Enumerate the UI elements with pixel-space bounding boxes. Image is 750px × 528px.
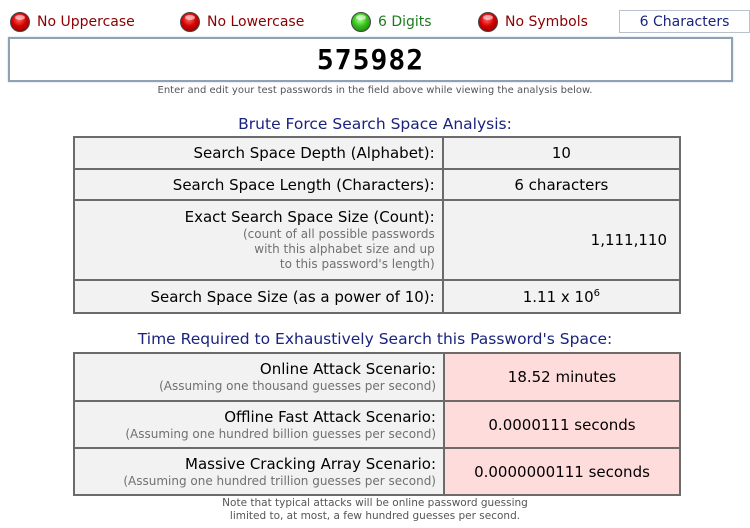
online-scenario-label: Online Attack Scenario: bbox=[259, 360, 436, 378]
online-scenario-value: 18.52 minutes bbox=[443, 352, 681, 402]
search-space-table: Search Space Depth (Alphabet): 10 Search… bbox=[73, 136, 682, 314]
character-count-badge: 6 Characters bbox=[619, 10, 750, 33]
exact-size-note-line-1: (count of all possible passwords bbox=[242, 227, 435, 241]
exact-size-note-line-2: with this alphabet size and up bbox=[254, 242, 435, 256]
table-row: Search Space Length (Characters): 6 char… bbox=[73, 168, 682, 201]
offline-scenario-label: Offline Fast Attack Scenario: bbox=[224, 407, 436, 426]
power-of-ten-value: 1.11 x 106 bbox=[441, 279, 682, 314]
symbols-indicator: No Symbols bbox=[478, 8, 588, 36]
time-required-title: Time Required to Exhaustively Search thi… bbox=[137, 330, 613, 348]
uppercase-indicator: No Uppercase bbox=[10, 8, 135, 36]
red-status-light-icon bbox=[180, 12, 200, 32]
online-scenario-note: (Assuming one thousand guesses per secon… bbox=[159, 379, 436, 393]
password-field-hint: Enter and edit your test passwords in th… bbox=[157, 85, 593, 96]
massive-array-note: (Assuming one hundred trillion guesses p… bbox=[123, 473, 436, 488]
power-of-ten-mantissa: 1.11 x 10 bbox=[522, 287, 594, 306]
table-row: Search Space Depth (Alphabet): 10 bbox=[73, 136, 682, 170]
offline-scenario-value: 0.0000111 seconds bbox=[443, 400, 681, 449]
power-of-ten-label: Search Space Size (as a power of 10): bbox=[73, 279, 444, 314]
length-value: 6 characters bbox=[441, 168, 682, 201]
footnote-line-1: Note that typical attacks will be online… bbox=[222, 497, 528, 509]
offline-scenario-label-cell: Offline Fast Attack Scenario: (Assuming … bbox=[73, 400, 445, 449]
uppercase-indicator-label: No Uppercase bbox=[37, 14, 135, 30]
exact-size-value: 1,111,110 bbox=[441, 199, 682, 281]
massive-array-value: 0.0000000111 seconds bbox=[443, 447, 681, 496]
table-row: Online Attack Scenario: (Assuming one th… bbox=[73, 352, 681, 402]
footnote: Note that typical attacks will be online… bbox=[0, 497, 750, 523]
red-status-light-icon bbox=[10, 12, 30, 32]
digits-indicator-label: 6 Digits bbox=[378, 14, 432, 30]
search-space-title: Brute Force Search Space Analysis: bbox=[238, 115, 512, 133]
table-row: Exact Search Space Size (Count): (count … bbox=[73, 199, 682, 281]
offline-scenario-note: (Assuming one hundred billion guesses pe… bbox=[125, 426, 436, 441]
table-row: Offline Fast Attack Scenario: (Assuming … bbox=[73, 400, 681, 449]
depth-label: Search Space Depth (Alphabet): bbox=[73, 136, 444, 170]
exact-size-label: Exact Search Space Size (Count): bbox=[184, 208, 435, 226]
exact-size-note-line-3: to this password's length) bbox=[279, 257, 435, 271]
exact-size-label-cell: Exact Search Space Size (Count): (count … bbox=[73, 199, 444, 281]
red-status-light-icon bbox=[478, 12, 498, 32]
password-input[interactable] bbox=[10, 39, 731, 80]
length-label: Search Space Length (Characters): bbox=[73, 168, 444, 201]
online-scenario-label-cell: Online Attack Scenario: (Assuming one th… bbox=[73, 352, 445, 402]
green-status-light-icon bbox=[351, 12, 371, 32]
massive-array-label-cell: Massive Cracking Array Scenario: (Assumi… bbox=[73, 447, 445, 496]
password-field-frame bbox=[8, 37, 733, 82]
footnote-line-2: limited to, at most, a few hundred guess… bbox=[229, 510, 521, 522]
power-of-ten-exponent: 6 bbox=[593, 287, 600, 299]
symbols-indicator-label: No Symbols bbox=[505, 14, 588, 30]
massive-array-label: Massive Cracking Array Scenario: bbox=[185, 454, 436, 473]
table-row: Massive Cracking Array Scenario: (Assumi… bbox=[73, 447, 681, 496]
lowercase-indicator-label: No Lowercase bbox=[207, 14, 305, 30]
depth-value: 10 bbox=[441, 136, 682, 170]
lowercase-indicator: No Lowercase bbox=[180, 8, 304, 36]
table-row: Search Space Size (as a power of 10): 1.… bbox=[73, 279, 682, 314]
digits-indicator: 6 Digits bbox=[351, 8, 432, 36]
time-required-table: Online Attack Scenario: (Assuming one th… bbox=[73, 352, 681, 496]
